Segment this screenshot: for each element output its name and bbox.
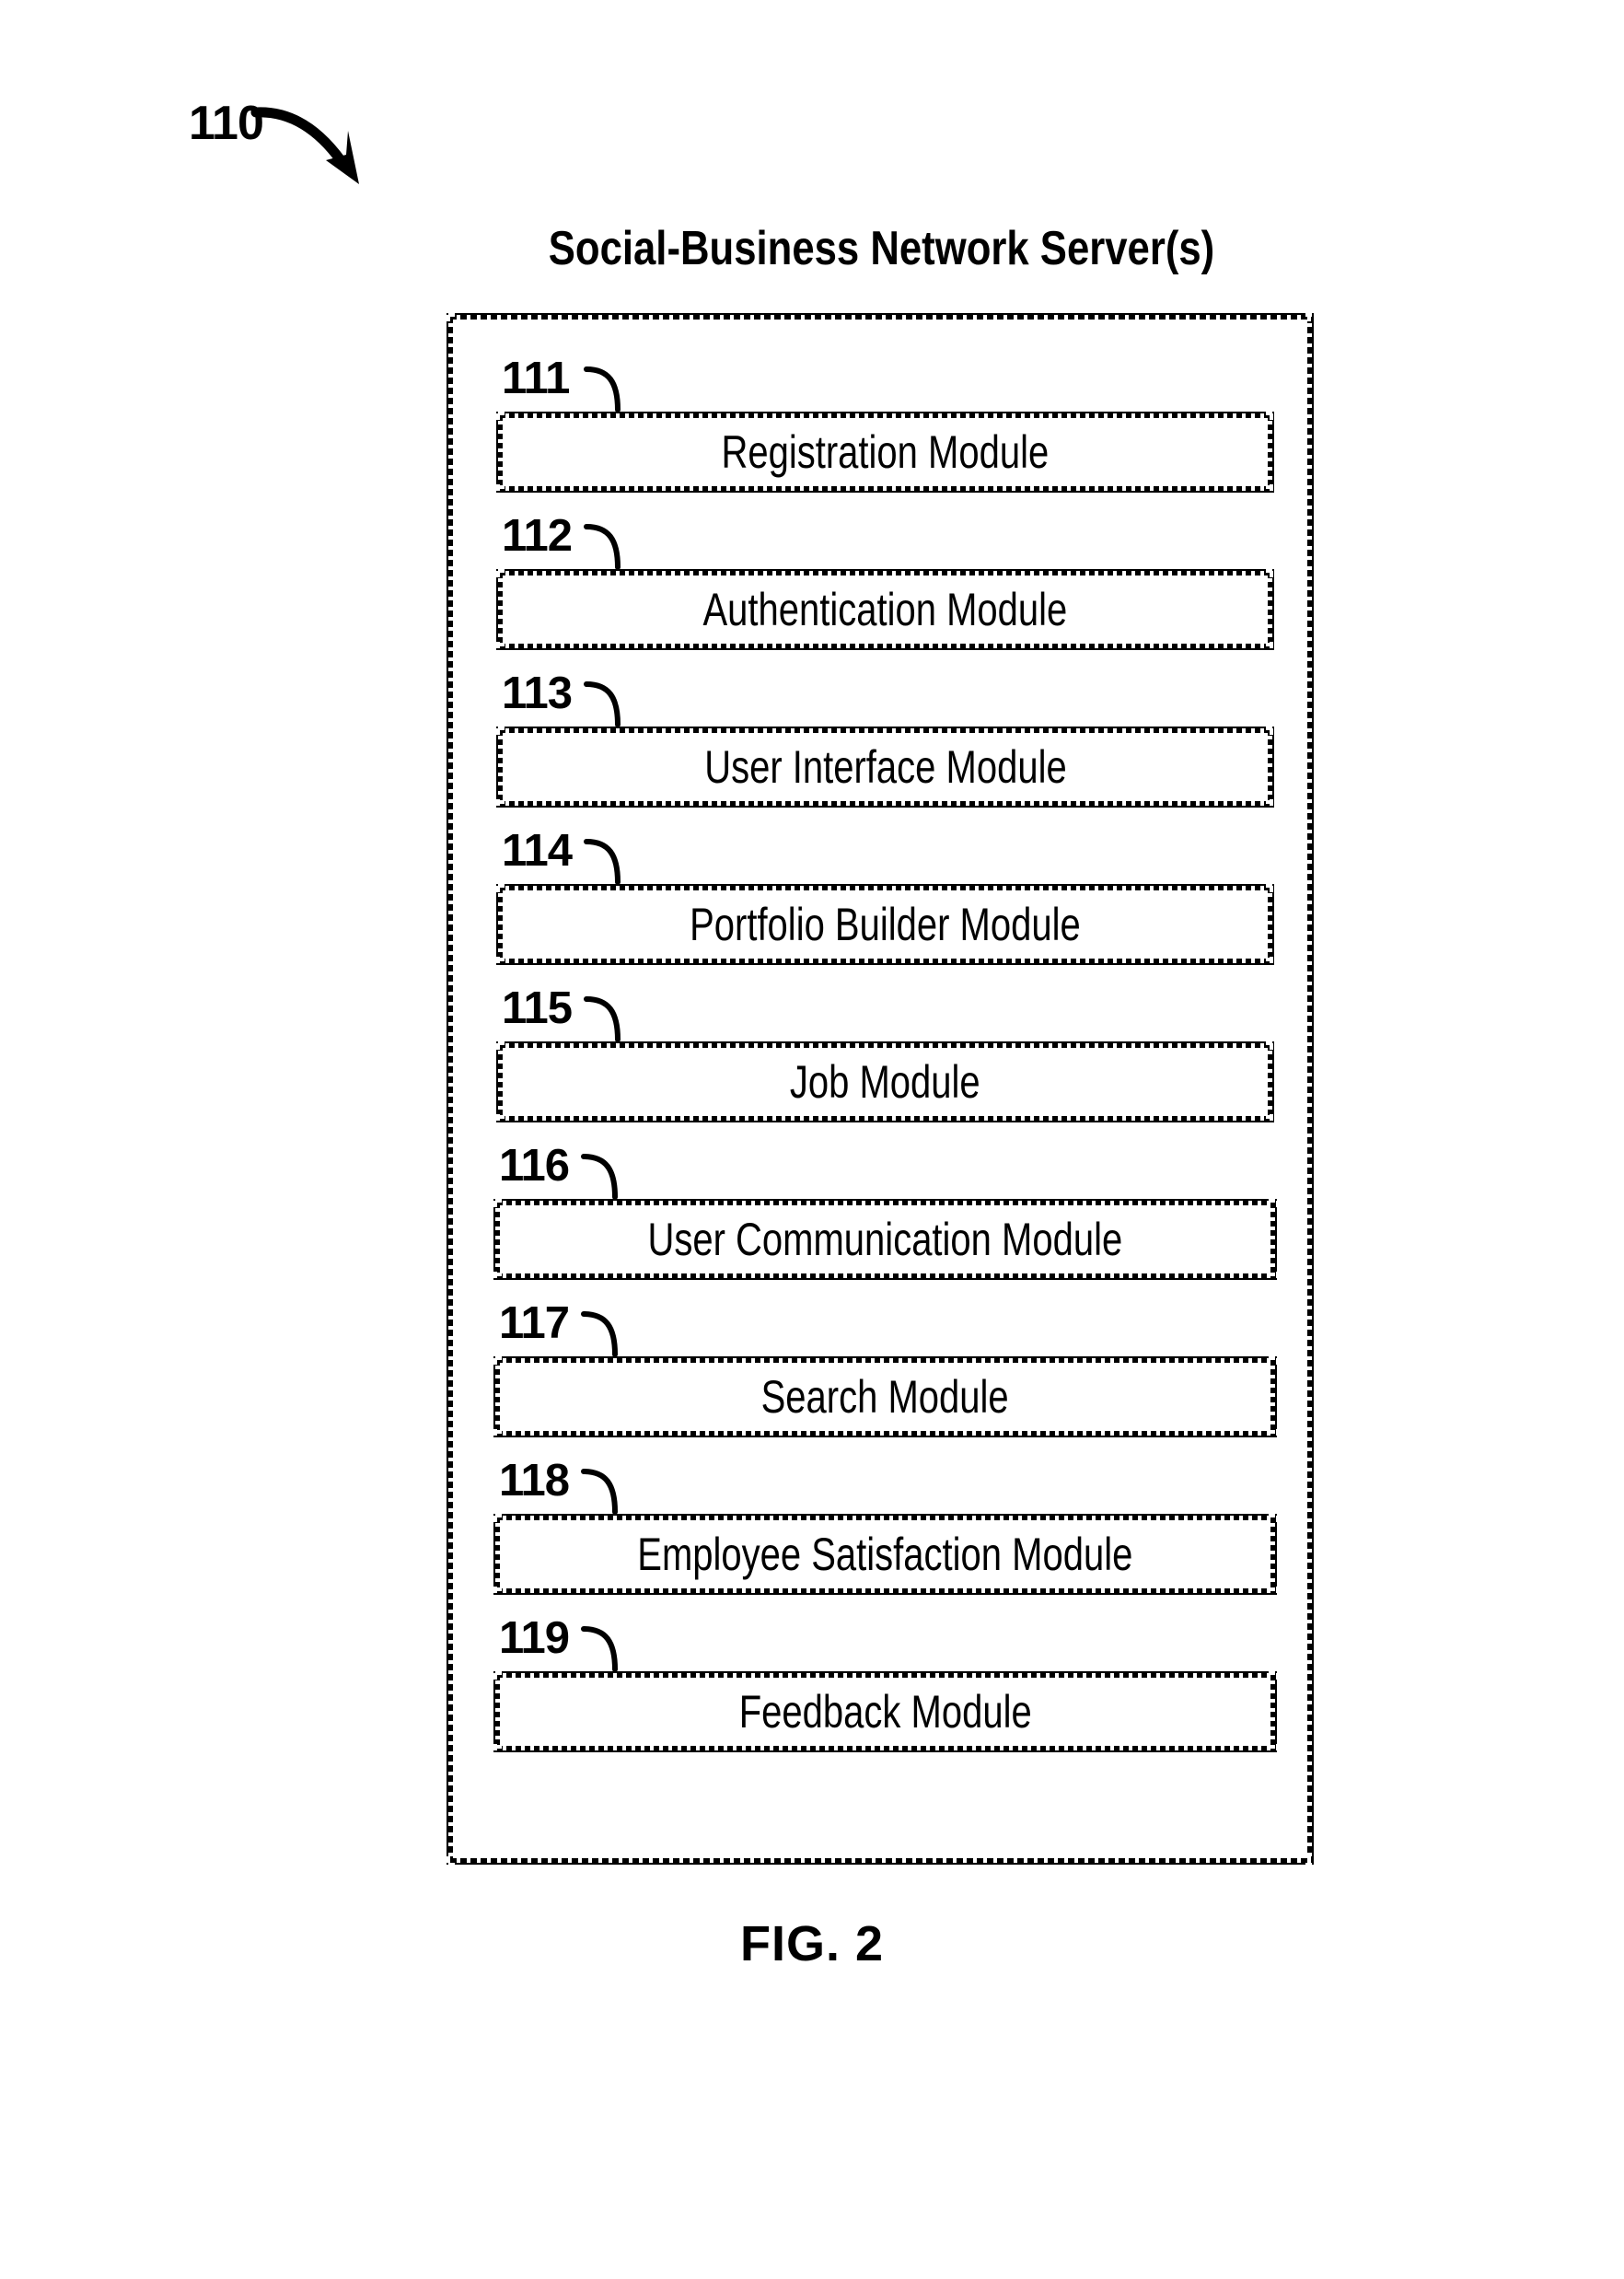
module-label-116: User Communication Module [647, 1214, 1123, 1265]
module-box-111[interactable]: Registration Module [496, 412, 1274, 493]
module-label-113: User Interface Module [703, 741, 1067, 793]
module-list: 111 Registration Module 112 Authenticati… [453, 320, 1307, 1858]
leader-line-119 [581, 1626, 618, 1672]
box-left-edge [495, 1514, 502, 1595]
box-right-edge [1269, 1356, 1275, 1437]
box-left-edge [498, 884, 505, 965]
leader-line-118 [581, 1469, 618, 1515]
box-left-edge [498, 569, 505, 650]
page-title: Social-Business Network Server(s) [548, 222, 1215, 275]
box-left-edge [495, 1199, 502, 1280]
box-left-edge [495, 1671, 502, 1752]
module-row-114[interactable]: 114 Portfolio Builder Module [496, 829, 1274, 965]
leader-line-113 [584, 681, 621, 727]
leader-line-115 [584, 996, 621, 1042]
module-number-115: 115 [502, 983, 573, 1033]
module-box-112[interactable]: Authentication Module [496, 569, 1274, 650]
module-label-112: Authentication Module [702, 584, 1068, 635]
module-box-116[interactable]: User Communication Module [493, 1199, 1277, 1280]
box-right-edge [1266, 727, 1272, 808]
module-label-119: Feedback Module [738, 1686, 1032, 1738]
module-number-117: 117 [499, 1298, 570, 1348]
box-left-edge [498, 1041, 505, 1122]
leader-line-114 [584, 839, 621, 885]
box-right-edge [1269, 1514, 1275, 1595]
module-number-111: 111 [502, 354, 570, 403]
module-number-116: 116 [499, 1141, 570, 1191]
module-row-112[interactable]: 112 Authentication Module [496, 514, 1274, 650]
box-left-edge [498, 412, 505, 493]
leader-line-112 [584, 524, 621, 570]
module-label-114: Portfolio Builder Module [690, 899, 1081, 950]
module-box-118[interactable]: Employee Satisfaction Module [493, 1514, 1277, 1595]
module-row-116[interactable]: 116 User Communication Module [493, 1144, 1277, 1280]
module-number-118: 118 [499, 1456, 570, 1506]
module-box-114[interactable]: Portfolio Builder Module [496, 884, 1274, 965]
module-row-113[interactable]: 113 User Interface Module [496, 671, 1274, 808]
module-number-114: 114 [502, 826, 573, 876]
module-row-115[interactable]: 115 Job Module [496, 986, 1274, 1122]
leader-line-116 [581, 1154, 618, 1200]
module-row-111[interactable]: 111 Registration Module [496, 356, 1274, 493]
module-box-117[interactable]: Search Module [493, 1356, 1277, 1437]
box-right-edge [1266, 1041, 1272, 1122]
box-right-edge [1266, 569, 1272, 650]
module-row-119[interactable]: 119 Feedback Module [493, 1616, 1277, 1752]
box-right-edge [1269, 1671, 1275, 1752]
box-left-edge [498, 727, 505, 808]
module-label-118: Employee Satisfaction Module [637, 1529, 1133, 1580]
figure-caption: FIG. 2 [739, 1916, 885, 1971]
module-row-118[interactable]: 118 Employee Satisfaction Module [493, 1459, 1277, 1595]
module-number-113: 113 [502, 669, 573, 718]
leader-line-117 [581, 1311, 618, 1357]
server-container: 111 Registration Module 112 Authenticati… [447, 313, 1314, 1865]
box-right-edge [1266, 412, 1272, 493]
module-box-115[interactable]: Job Module [496, 1041, 1274, 1122]
module-box-119[interactable]: Feedback Module [493, 1671, 1277, 1752]
curved-arrow-icon [250, 107, 359, 184]
box-left-edge [495, 1356, 502, 1437]
box-right-edge [1269, 1199, 1275, 1280]
box-right-edge [1266, 884, 1272, 965]
module-label-117: Search Module [760, 1371, 1010, 1423]
module-label-115: Job Module [790, 1056, 980, 1108]
module-number-119: 119 [499, 1613, 570, 1663]
module-row-117[interactable]: 117 Search Module [493, 1301, 1277, 1437]
module-box-113[interactable]: User Interface Module [496, 727, 1274, 808]
module-label-111: Registration Module [721, 426, 1050, 478]
leader-line-111 [584, 366, 621, 413]
module-number-112: 112 [502, 511, 573, 561]
